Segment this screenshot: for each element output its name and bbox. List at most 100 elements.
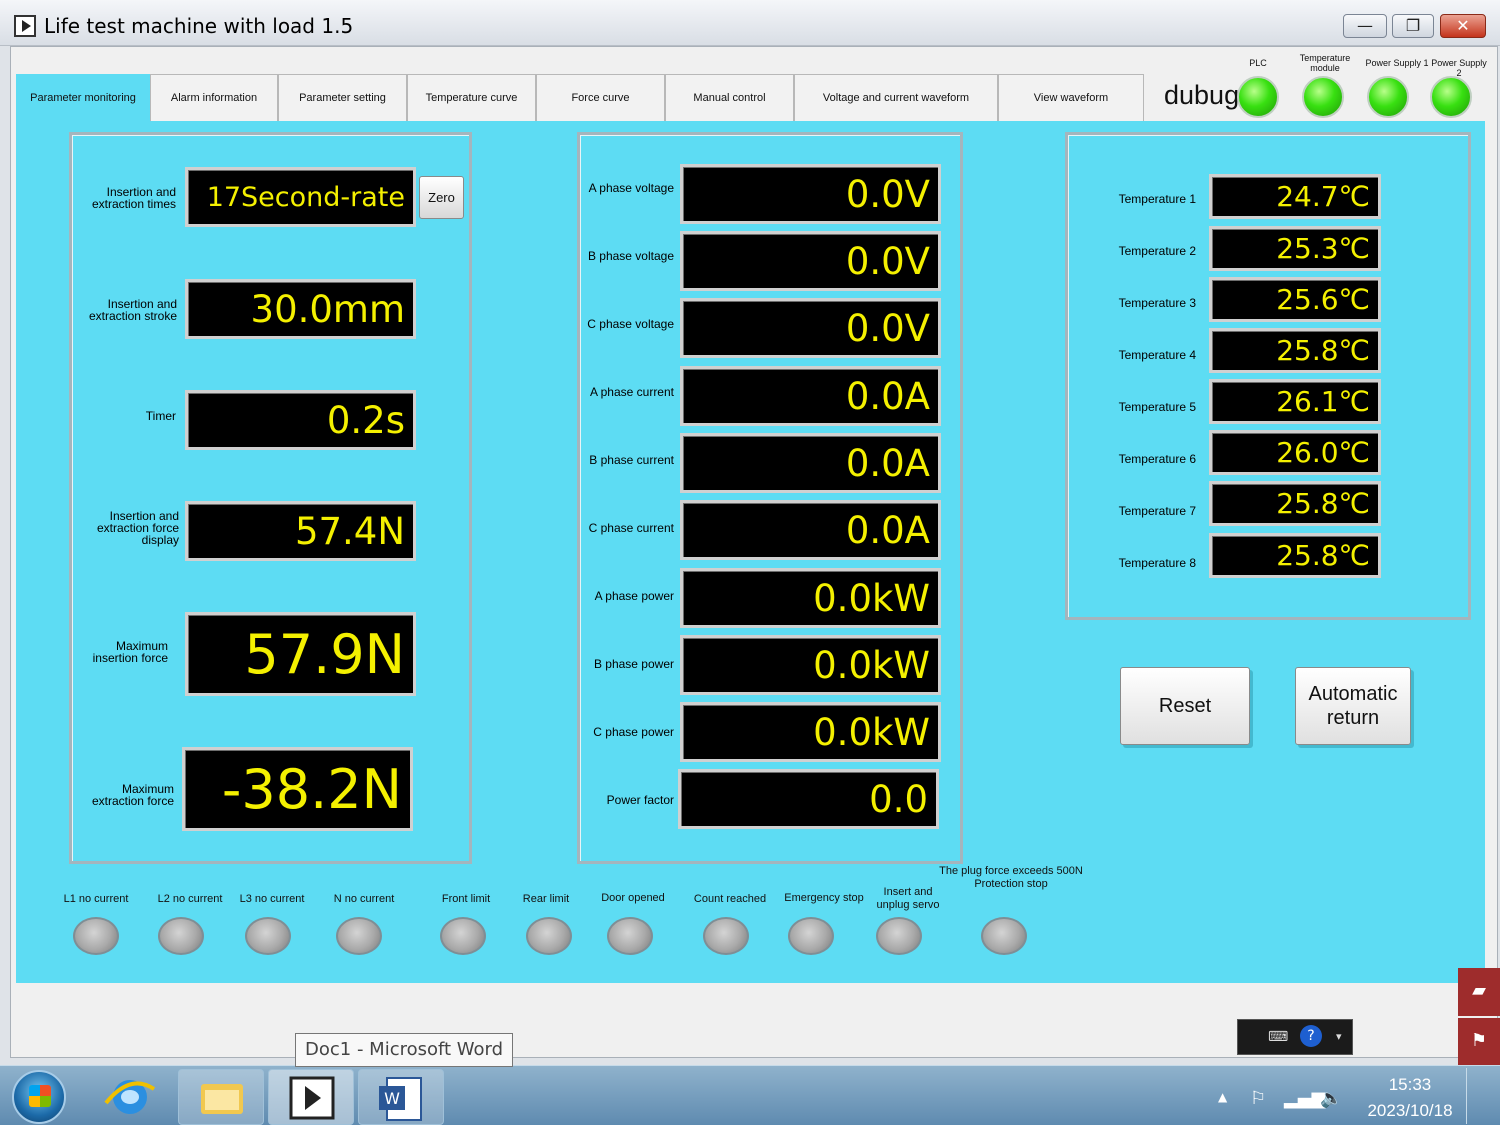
a-phase-voltage-display: 0.0V [680,164,941,224]
indicator-label: Door opened [601,892,665,904]
temperature-7-display: 25.8℃ [1209,481,1381,526]
temperature-4-display: 25.8℃ [1209,328,1381,373]
b-phase-voltage-display: 0.0V [680,231,941,291]
keyboard-icon[interactable]: ⌨ [1268,1029,1288,1045]
tab-parameter-setting[interactable]: Parameter setting [278,74,407,121]
tab-label: Alarm information [170,92,258,104]
c-phase-power-display: 0.0kW [680,702,941,762]
tab-alarm-information[interactable]: Alarm information [150,74,278,121]
temperature-label: Temperature 4 [1118,348,1196,362]
a-phase-current-display: 0.0A [680,366,941,426]
power-supply-2-label: Power Supply 2 [1431,58,1487,78]
chevron-down-icon[interactable]: ▾ [1336,1030,1342,1043]
tab-label: Voltage and current waveform [822,92,970,104]
tab-label: Force curve [571,92,630,104]
help-icon[interactable]: ? [1300,1025,1322,1047]
count-reached-led [703,917,749,955]
temperature-label: Temperature 2 [1118,244,1196,258]
electrical-label: Power factor [606,793,674,807]
tab-label: Parameter monitoring [30,92,136,104]
temperature-label: Temperature 7 [1118,504,1196,518]
tab-force-curve[interactable]: Force curve [536,74,665,121]
l1-no-current-led [73,917,119,955]
temperature-6-display: 26.0℃ [1209,430,1381,475]
indicator-label: Emergency stop [784,892,864,904]
max-insertion-label: Maximum insertion force [92,639,168,665]
show-desktop-button[interactable] [1466,1068,1498,1124]
taskbar: W ▲ ⚐ ▂▄▆ 🔈 15:33 2023/10/18 [0,1065,1500,1125]
temperature-1-display: 24.7℃ [1209,174,1381,219]
file-explorer-button[interactable] [178,1069,264,1125]
servo-led [876,917,922,955]
temperature-module-label: Temperature module [1299,53,1351,73]
app-icon [14,15,36,37]
restore-button[interactable]: ❐ [1392,14,1434,38]
max-extraction-label: Maximum extraction force [91,782,174,808]
life-test-app-button[interactable] [268,1069,354,1125]
door-opened-led [607,917,653,955]
power-supply-2-status-led [1430,76,1472,118]
window-title: Life test machine with load 1.5 [44,14,354,38]
tab-label: Temperature curve [425,92,518,104]
indicator-label: Count reached [693,893,767,905]
temperature-2-display: 25.3℃ [1209,226,1381,271]
emergency-stop-led [788,917,834,955]
zero-button[interactable]: Zero [419,176,464,219]
insertion-times-label: Insertion and extraction times [91,185,176,211]
max-extraction-display: -38.2N [182,747,413,831]
temperature-label: Temperature 5 [1118,400,1196,414]
electrical-label: A phase current [589,385,674,399]
plug-force-protection-led [981,917,1027,955]
power-factor-display: 0.0 [678,769,939,829]
tab-label: Manual control [693,92,766,104]
tab-temperature-curve[interactable]: Temperature curve [407,74,536,121]
power-supply-1-status-led [1367,76,1409,118]
flag-icon[interactable]: ⚑ [1458,1018,1500,1066]
rear-limit-led [526,917,572,955]
temperature-8-display: 25.8℃ [1209,533,1381,578]
ime-toolbar[interactable]: ⌨ ? ▾ [1237,1019,1353,1055]
tab-view-waveform[interactable]: View waveform [998,74,1144,121]
folder-icon[interactable]: ▰ [1458,968,1500,1016]
indicator-label: N no current [333,893,395,905]
temperature-label: Temperature 6 [1118,452,1196,466]
debug-label: dubug [1164,80,1240,110]
close-button[interactable]: ✕ [1440,14,1486,38]
temperature-label: Temperature 8 [1118,556,1196,570]
l3-no-current-led [245,917,291,955]
n-no-current-led [336,917,382,955]
insertion-times-display: 17Second-rate [185,167,416,227]
tray-clock[interactable]: 15:33 2023/10/18 [1360,1072,1460,1124]
start-button[interactable] [12,1070,66,1124]
show-hidden-icons-icon[interactable]: ▲ [1218,1090,1227,1104]
max-insertion-display: 57.9N [185,612,416,696]
indicator-label: The plug force exceeds 500N Protection s… [939,865,1083,890]
indicator-label: L3 no current [239,893,305,905]
microsoft-word-button[interactable]: W [358,1069,444,1125]
tab-parameter-monitoring[interactable]: Parameter monitoring [16,74,150,121]
l2-no-current-led [158,917,204,955]
a-phase-power-display: 0.0kW [680,568,941,628]
action-center-flag-icon[interactable]: ⚐ [1250,1088,1266,1109]
volume-icon[interactable]: 🔈 [1320,1088,1342,1109]
temperature-label: Temperature 3 [1118,296,1196,310]
front-limit-led [440,917,486,955]
reset-button[interactable]: Reset [1120,667,1250,745]
minimize-button[interactable]: — [1343,14,1387,38]
electrical-label: A phase power [594,589,674,603]
tab-manual-control[interactable]: Manual control [665,74,794,121]
electrical-label: B phase power [593,657,674,671]
taskbar-tooltip: Doc1 - Microsoft Word [295,1033,514,1067]
electrical-label: B phase current [589,453,674,467]
temperature-module-status-led [1302,76,1344,118]
power-supply-1-label: Power Supply 1 [1365,58,1429,68]
temperature-3-display: 25.6℃ [1209,277,1381,322]
tab-label: View waveform [1033,92,1109,104]
b-phase-current-display: 0.0A [680,433,941,493]
tab-voltage-current-waveform[interactable]: Voltage and current waveform [794,74,998,121]
internet-explorer-icon[interactable] [100,1069,160,1125]
c-phase-voltage-display: 0.0V [680,298,941,358]
temperature-label: Temperature 1 [1118,192,1196,206]
automatic-return-button[interactable]: Automatic return [1295,667,1411,745]
indicator-label: Rear limit [522,893,570,905]
